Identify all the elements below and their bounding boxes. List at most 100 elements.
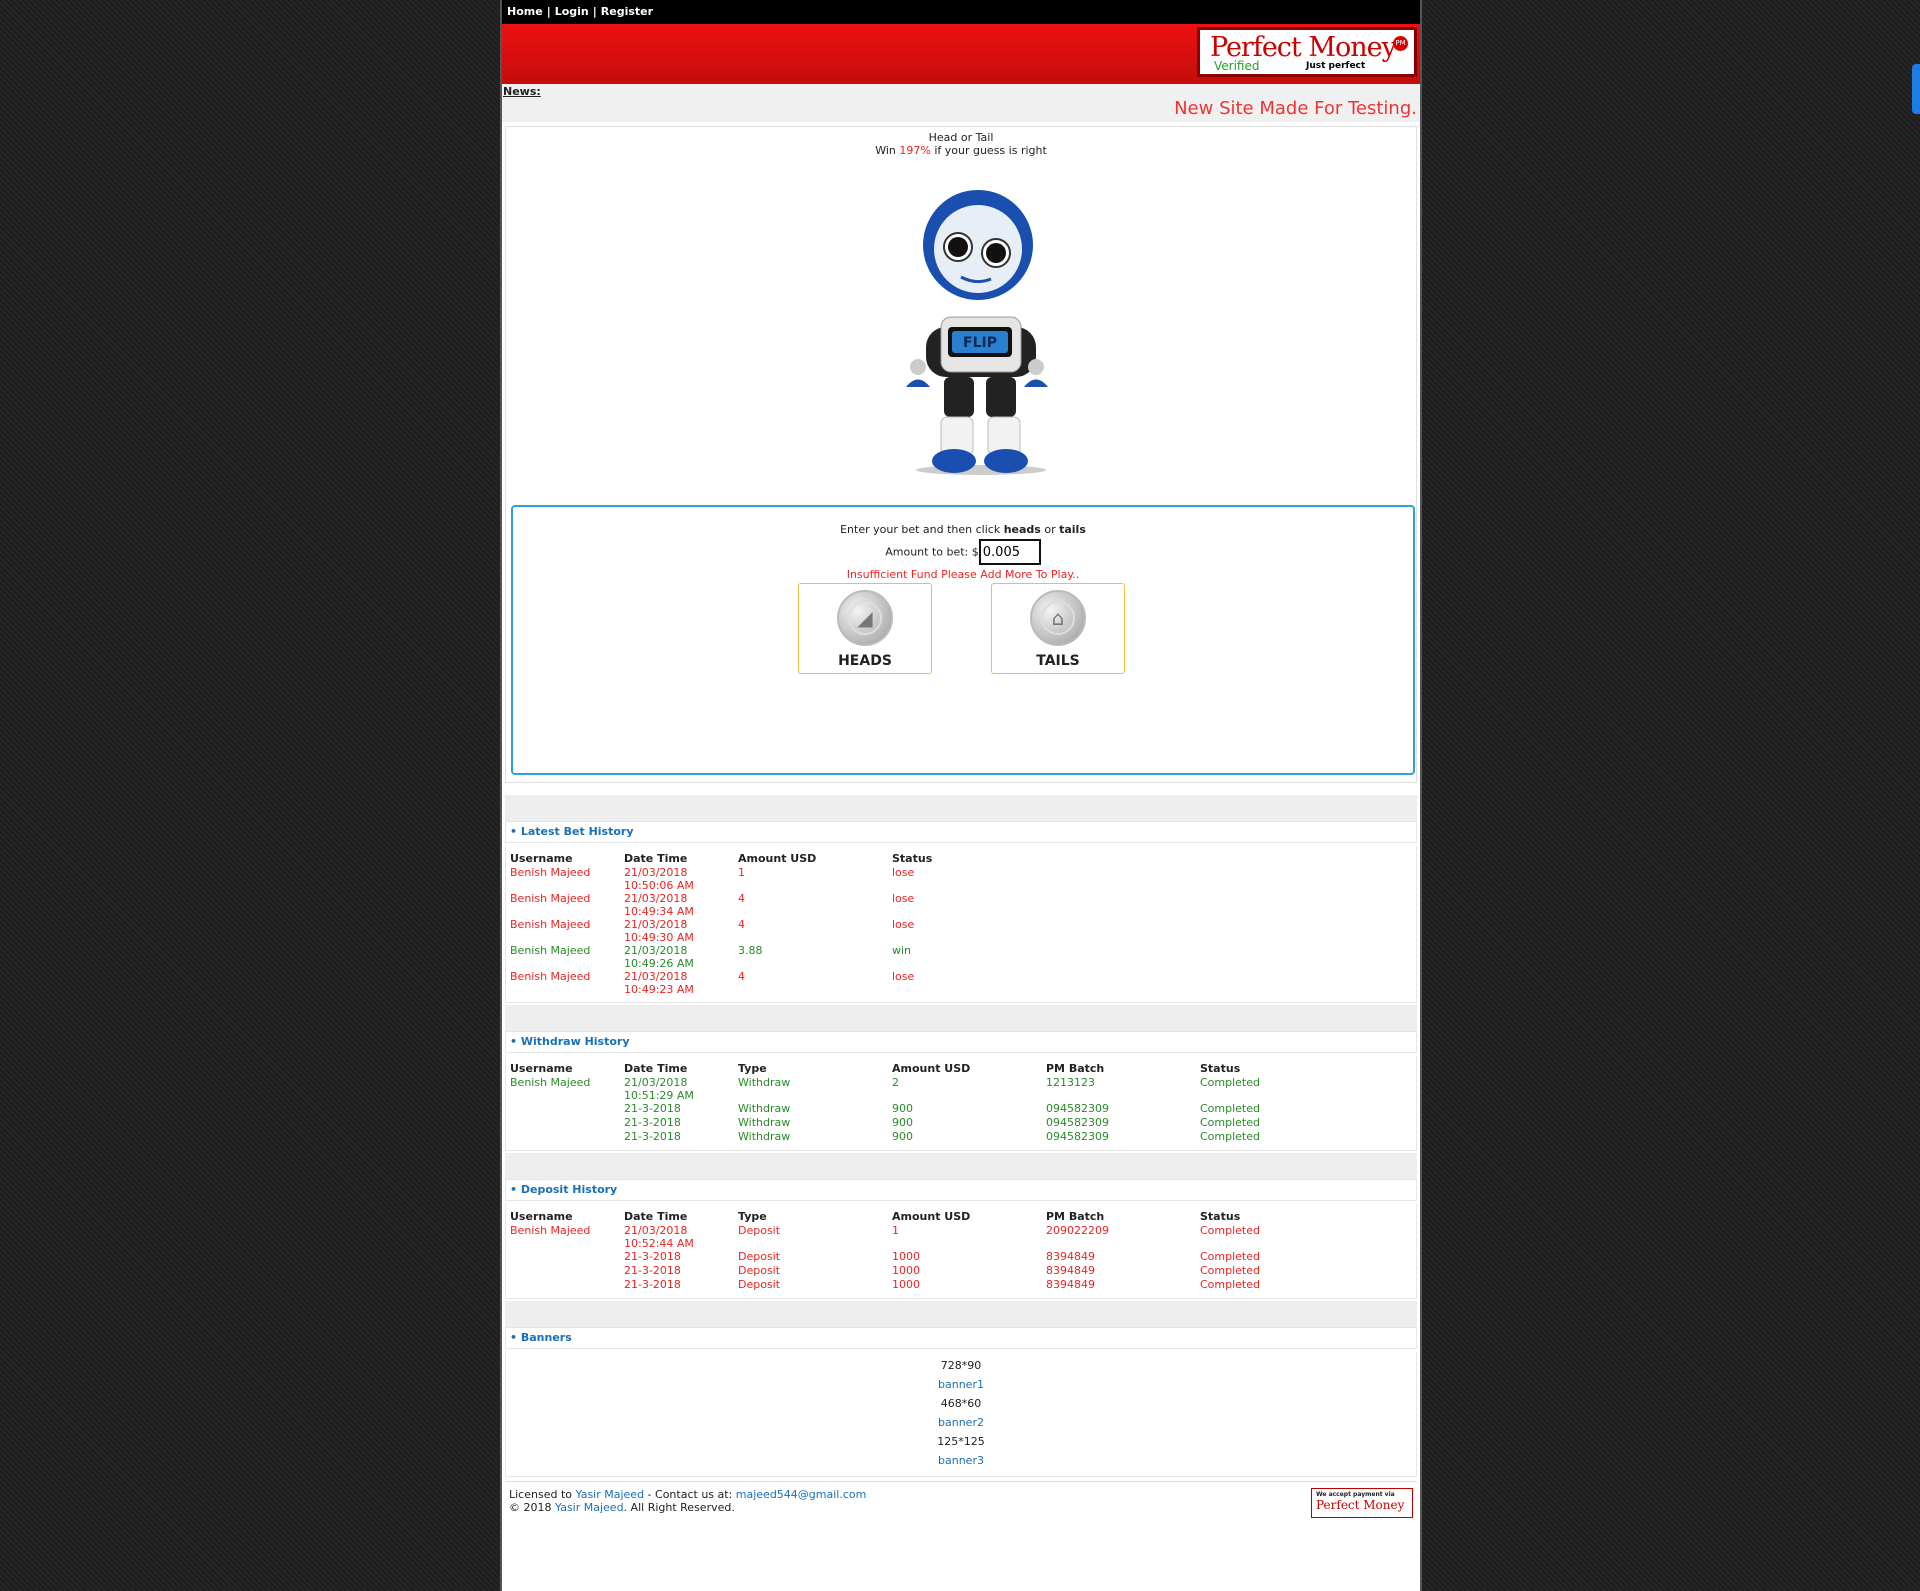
cell-datetime: 21-3-2018 [624,1116,681,1129]
cell-username: Benish Majeed [510,970,591,983]
table-row: Benish Majeed 21/03/2018 10:49:34 AM 4 lose [510,892,1042,918]
table-row: Benish Majeed 21/03/2018 10:52:44 AM Deposi… [510,1224,1350,1250]
heads-button[interactable]: ◢ HEADS [798,583,932,674]
cell-type: Withdraw [738,1116,791,1129]
cell-username: Benish Majeed [510,944,591,957]
top-nav: Home | Login | Register [502,0,1420,24]
perfect-money-logo[interactable]: Perfect Money PM Verified Just perfect [1197,27,1417,77]
perfect-money-accept-badge[interactable]: We accept payment via Perfect Money [1311,1488,1413,1518]
insufficient-fund-error: Insufficient Fund Please Add More To Pla… [846,568,1080,581]
cell-batch: 8394849 [1046,1278,1095,1291]
cell-status: Completed [1200,1130,1260,1143]
cell-amount: 1000 [892,1264,920,1277]
cell-username [510,1130,624,1144]
banner-size: 125*125 [937,1435,985,1448]
deposit-history-table: Username Date Time Type Amount USD PM Batch… [510,1208,1350,1292]
cell-username: Benish Majeed [510,1224,591,1237]
withdraw-history-section: • Withdraw History Username Date Time Type… [505,1031,1417,1151]
bet-amount-input[interactable] [978,539,1041,565]
table-row: 21-3-2018 Deposit 1000 8394849 Completed [510,1250,1350,1264]
nav-register[interactable]: Register [601,5,653,18]
deposit-history-section: • Deposit History Username Date Time Type … [505,1179,1417,1299]
cell-datetime: 21-3-2018 [624,1130,681,1143]
cell-datetime: 21/03/2018 10:49:30 AM [624,918,694,944]
cell-batch: 8394849 [1046,1264,1095,1277]
cell-amount: 2 [892,1076,899,1089]
cell-username: Benish Majeed [510,1076,591,1089]
cell-amount: 900 [892,1130,913,1143]
cell-amount: 1000 [892,1278,920,1291]
cell-amount: 3.88 [738,944,763,957]
table-row: Benish Majeed 21/03/2018 10:51:29 AM Withdr… [510,1076,1350,1102]
cell-datetime: 21-3-2018 [624,1278,681,1291]
nav-login[interactable]: Login [555,5,589,18]
page-container: Home | Login | Register Perfect Money PM Ver… [500,0,1422,1591]
side-scroll-tab[interactable] [1912,64,1920,114]
cell-status: lose [892,892,915,905]
banner3-link[interactable]: banner3 [938,1454,984,1467]
cell-username [510,1250,624,1264]
cell-status: lose [892,918,915,931]
bet-history-title: • Latest Bet History [505,821,1417,843]
bet-amount-row: Amount to bet: $ [513,539,1413,565]
banners-title: • Banners [505,1327,1417,1349]
cell-batch: 209022209 [1046,1224,1109,1237]
flip-robot-image: FLIP [906,190,1048,475]
table-row: 21-3-2018 Deposit 1000 8394849 Completed [510,1264,1350,1278]
cell-amount: 4 [738,892,745,905]
game-title: Head or Tail [928,131,994,144]
cell-batch: 094582309 [1046,1116,1109,1129]
bet-history-section: • Latest Bet History Username Date Time … [505,821,1417,1003]
svg-text:FLIP: FLIP [963,335,997,351]
cell-datetime: 21/03/2018 10:51:29 AM [624,1076,694,1102]
cell-status: Completed [1200,1224,1260,1237]
cell-datetime: 21-3-2018 [624,1250,681,1263]
withdraw-history-title: • Withdraw History [505,1031,1417,1053]
bet-amount-label: Amount to bet: $ [885,545,979,559]
owner-link-2[interactable]: Yasir Majeed [555,1501,624,1514]
bet-history-table: Username Date Time Amount USD Status Ben… [510,850,1042,997]
table-row: 21-3-2018 Deposit 1000 8394849 Completed [510,1278,1350,1292]
table-row: 21-3-2018 Withdraw 900 094582309 Completed [510,1116,1350,1130]
cell-type: Withdraw [738,1076,791,1089]
game-subtitle: Win 197% if your guess is right [875,144,1047,157]
cell-amount: 4 [738,918,745,931]
cell-datetime: 21/03/2018 10:50:06 AM [624,866,694,892]
cell-amount: 1 [892,1224,899,1237]
withdraw-history-table: Username Date Time Type Amount USD PM Batch… [510,1060,1350,1144]
table-row: 21-3-2018 Withdraw 900 094582309 Completed [510,1130,1350,1144]
cell-datetime: 21/03/2018 10:49:26 AM [624,944,694,970]
owner-link[interactable]: Yasir Majeed [576,1488,645,1501]
cell-batch: 1213123 [1046,1076,1095,1089]
cell-status: win [892,944,912,957]
cell-username [510,1116,624,1130]
cell-username: Benish Majeed [510,892,591,905]
bet-instructions: Enter your bet and then click heads or t… [840,523,1086,536]
cell-type: Deposit [738,1250,781,1263]
cell-type: Deposit [738,1278,781,1291]
cell-status: Completed [1200,1076,1260,1089]
cell-status: Completed [1200,1250,1260,1263]
cell-datetime: 21-3-2018 [624,1102,681,1115]
cell-status: Completed [1200,1278,1260,1291]
pm-badge-icon: PM [1393,36,1408,51]
banner-list: 728*90 banner1 468*60 banner2 125*125 ba… [505,1352,1417,1477]
cell-batch: 094582309 [1046,1130,1109,1143]
cell-status: Completed [1200,1102,1260,1115]
tails-button[interactable]: ⌂ TAILS [991,583,1125,674]
banner2-link[interactable]: banner2 [938,1416,984,1429]
cell-username [510,1102,624,1116]
site-header: Perfect Money PM Verified Just perfect [502,24,1420,84]
table-row: Benish Majeed 21/03/2018 10:49:23 AM 4 lose [510,970,1042,996]
cell-username: Benish Majeed [510,866,591,879]
cell-amount: 900 [892,1116,913,1129]
deposit-history-title: • Deposit History [505,1179,1417,1201]
banner-size: 728*90 [940,1359,982,1372]
nav-home[interactable]: Home [507,5,543,18]
email-link[interactable]: majeed544@gmail.com [736,1488,867,1501]
cell-type: Deposit [738,1224,781,1237]
cell-amount: 4 [738,970,745,983]
news-ticker: New Site Made For Testing. [1174,98,1417,119]
cell-datetime: 21/03/2018 10:52:44 AM [624,1224,694,1250]
banner1-link[interactable]: banner1 [938,1378,984,1391]
